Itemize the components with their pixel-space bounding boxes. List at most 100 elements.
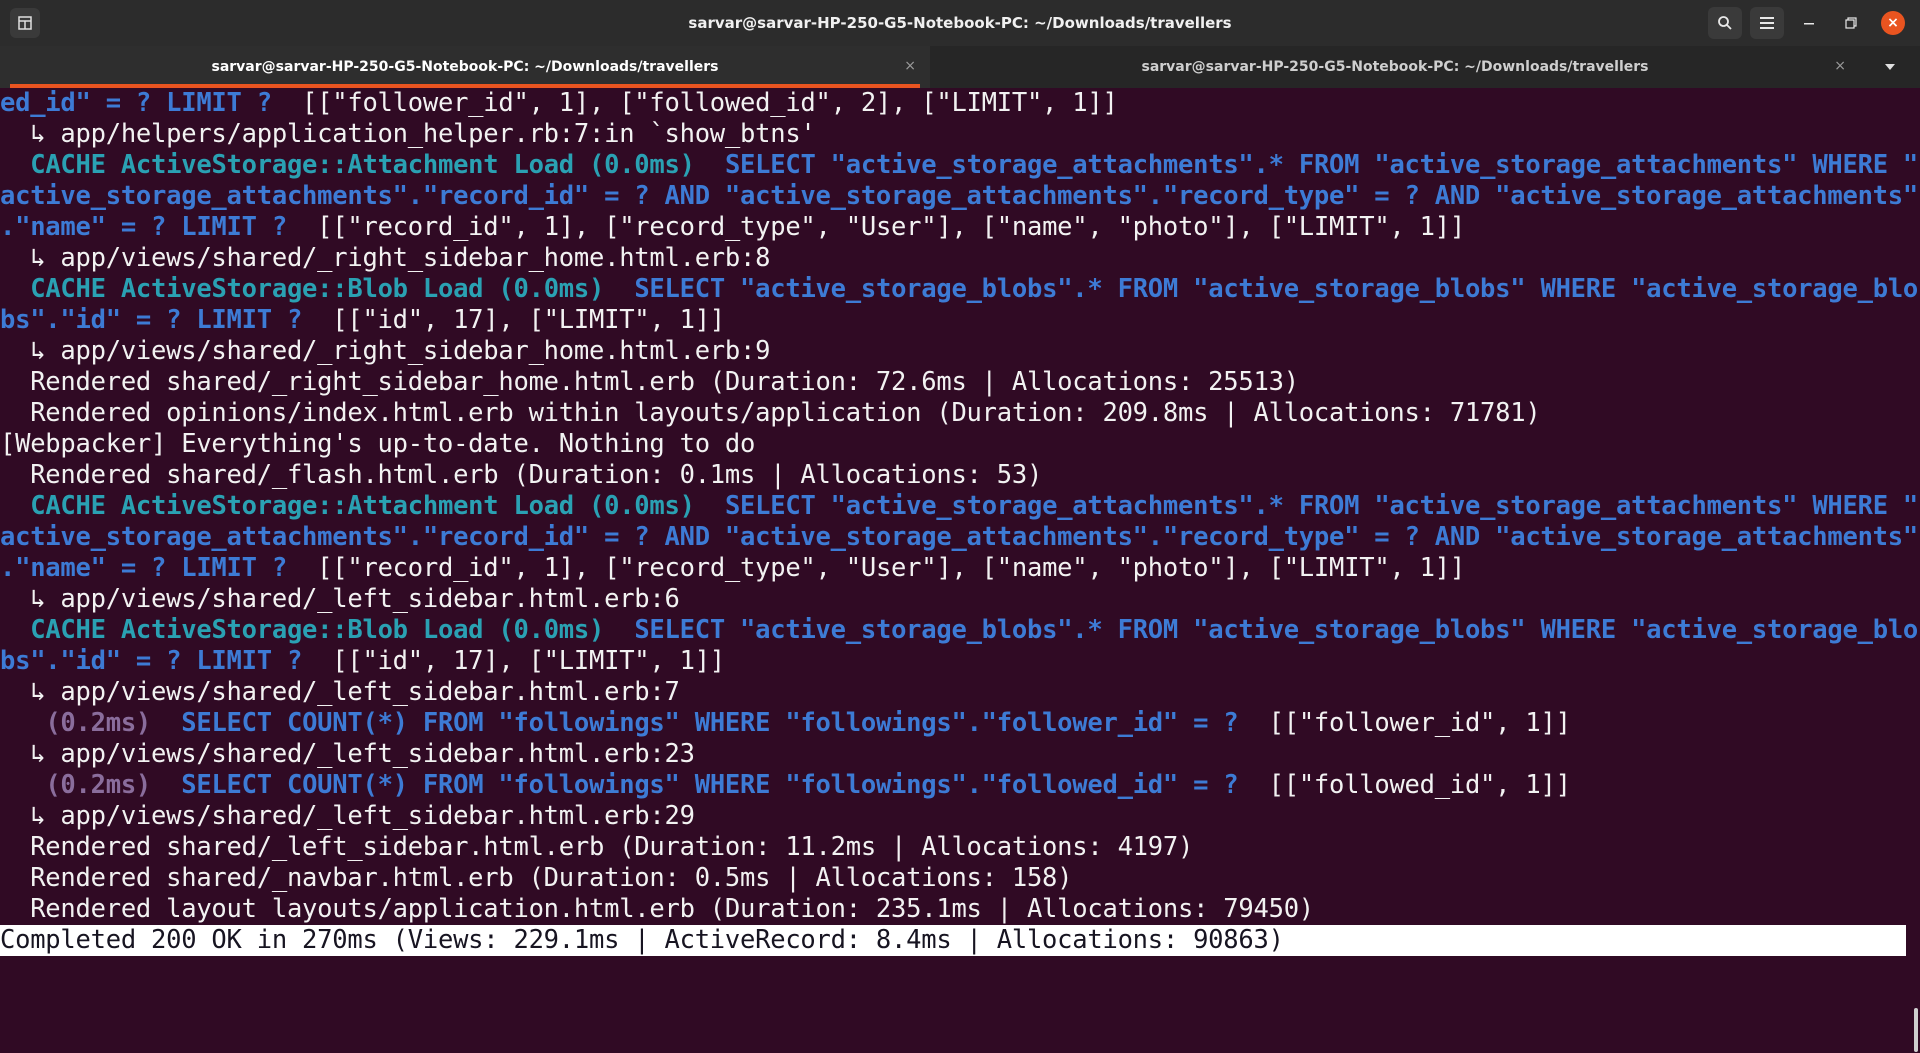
tab-list-dropdown[interactable] (1860, 46, 1920, 88)
terminal-segment: ↳ app/views/shared/_left_sidebar.html.er… (0, 801, 695, 831)
terminal-line: Rendered shared/_flash.html.erb (Duratio… (0, 460, 1910, 491)
terminal-line: [Webpacker] Everything's up-to-date. Not… (0, 429, 1910, 460)
terminal-segment (0, 150, 30, 180)
terminal-segment (604, 274, 634, 304)
terminal-segment: Rendered shared/_navbar.html.erb (Durati… (0, 863, 1073, 893)
terminal-line: ."name" = ? LIMIT ? [["record_id", 1], [… (0, 553, 1910, 584)
terminal-segment (0, 615, 30, 645)
close-button[interactable]: × (1876, 7, 1910, 39)
terminal-line: (0.2ms) SELECT COUNT(*) FROM "followings… (0, 770, 1910, 801)
search-button[interactable] (1708, 7, 1742, 39)
terminal-segment: CACHE ActiveStorage::Attachment Load (0.… (30, 491, 695, 521)
terminal-segment: bs"."id" = ? LIMIT ? (0, 646, 303, 676)
terminal-segment: active_storage_attachments"."record_id" … (0, 522, 1918, 552)
scrollbar[interactable] (1914, 1008, 1918, 1052)
terminal-segment: [["id", 17], ["LIMIT", 1]] (302, 646, 725, 676)
terminal-segment: SELECT COUNT(*) FROM "followings" WHERE … (181, 708, 1239, 738)
tab-terminal-2[interactable]: sarvar@sarvar-HP-250-G5-Notebook-PC: ~/D… (930, 46, 1860, 88)
terminal-line: CACHE ActiveStorage::Blob Load (0.0ms) S… (0, 615, 1918, 646)
terminal-line: bs"."id" = ? LIMIT ? [["id", 17], ["LIMI… (0, 305, 1910, 336)
terminal-segment: CACHE ActiveStorage::Blob Load (0.0ms) (30, 615, 605, 645)
terminal-segment: ed_id" = ? LIMIT ? (0, 88, 272, 118)
terminal-segment: CACHE ActiveStorage::Attachment Load (0.… (30, 150, 695, 180)
terminal-segment: [Webpacker] Everything's up-to-date. Not… (0, 429, 756, 459)
terminal-segment: (0.2ms) (45, 770, 152, 800)
terminal-lines: ed_id" = ? LIMIT ? [["follower_id", 1], … (0, 88, 1918, 956)
terminal-segment: Rendered shared/_right_sidebar_home.html… (0, 367, 1299, 397)
terminal-line: active_storage_attachments"."record_id" … (0, 522, 1918, 553)
window-titlebar: sarvar@sarvar-HP-250-G5-Notebook-PC: ~/D… (0, 0, 1920, 47)
tab-label: sarvar@sarvar-HP-250-G5-Notebook-PC: ~/D… (211, 59, 719, 75)
terminal-line: ↳ app/views/shared/_left_sidebar.html.er… (0, 584, 1910, 615)
terminal-segment: Rendered shared/_left_sidebar.html.erb (… (0, 832, 1194, 862)
terminal-line: Rendered shared/_left_sidebar.html.erb (… (0, 832, 1910, 863)
terminal-segment: Completed 200 OK in 270ms (Views: 229.1m… (0, 925, 1284, 955)
terminal-segment: [["id", 17], ["LIMIT", 1]] (302, 305, 725, 335)
maximize-icon (1845, 17, 1857, 29)
terminal-line: Rendered shared/_navbar.html.erb (Durati… (0, 863, 1910, 894)
terminal-segment: Rendered shared/_flash.html.erb (Duratio… (0, 460, 1043, 490)
terminal-segment (695, 491, 725, 521)
terminal-segment: SELECT "active_storage_blobs".* FROM "ac… (634, 274, 1919, 304)
maximize-button[interactable] (1834, 7, 1868, 39)
terminal-segment: (0.2ms) (45, 708, 152, 738)
terminal-segment (0, 708, 45, 738)
terminal-line: ↳ app/helpers/application_helper.rb:7:in… (0, 119, 1910, 150)
terminal-line: CACHE ActiveStorage::Blob Load (0.0ms) S… (0, 274, 1918, 305)
terminal-line: ↳ app/views/shared/_left_sidebar.html.er… (0, 801, 1910, 832)
terminal-segment (0, 770, 45, 800)
terminal-segment: ↳ app/views/shared/_left_sidebar.html.er… (0, 584, 680, 614)
terminal-line: CACHE ActiveStorage::Attachment Load (0.… (0, 491, 1918, 522)
terminal-segment: SELECT "active_storage_attachments".* FR… (724, 150, 1919, 180)
terminal-segment: [["record_id", 1], ["record_type", "User… (286, 212, 1465, 242)
terminal-segment: ."name" = ? LIMIT ? (0, 553, 287, 583)
terminal-segment (0, 274, 30, 304)
terminal-segment: bs"."id" = ? LIMIT ? (0, 305, 303, 335)
tab-close-icon[interactable]: × (904, 58, 916, 74)
terminal-segment: [["followed_id", 1]] (1238, 770, 1571, 800)
terminal-segment: [["follower_id", 1], ["followed_id", 2],… (271, 88, 1118, 118)
terminal-line: ."name" = ? LIMIT ? [["record_id", 1], [… (0, 212, 1910, 243)
terminal-line: active_storage_attachments"."record_id" … (0, 181, 1918, 212)
chevron-down-icon (1885, 64, 1895, 70)
search-icon (1718, 16, 1732, 30)
terminal-line: Rendered opinions/index.html.erb within … (0, 398, 1910, 429)
close-icon: × (1881, 11, 1905, 35)
tab-bar: sarvar@sarvar-HP-250-G5-Notebook-PC: ~/D… (0, 46, 1920, 88)
minimize-button[interactable] (1792, 7, 1826, 39)
window-title: sarvar@sarvar-HP-250-G5-Notebook-PC: ~/D… (688, 14, 1232, 32)
terminal-line: Rendered shared/_right_sidebar_home.html… (0, 367, 1910, 398)
terminal-segment: CACHE ActiveStorage::Blob Load (0.0ms) (30, 274, 605, 304)
tab-label: sarvar@sarvar-HP-250-G5-Notebook-PC: ~/D… (1141, 59, 1649, 75)
terminal-line: ↳ app/views/shared/_right_sidebar_home.h… (0, 336, 1910, 367)
terminal-segment: ↳ app/helpers/application_helper.rb:7:in… (0, 119, 816, 149)
tab-terminal-1[interactable]: sarvar@sarvar-HP-250-G5-Notebook-PC: ~/D… (0, 46, 930, 88)
tab-close-icon[interactable]: × (1834, 58, 1846, 74)
terminal-segment: SELECT "active_storage_blobs".* FROM "ac… (634, 615, 1919, 645)
terminal-segment: [["record_id", 1], ["record_type", "User… (286, 553, 1465, 583)
terminal-segment: ↳ app/views/shared/_left_sidebar.html.er… (0, 677, 680, 707)
terminal-segment: ↳ app/views/shared/_right_sidebar_home.h… (0, 336, 771, 366)
terminal-segment: active_storage_attachments"."record_id" … (0, 181, 1918, 211)
terminal-segment: Rendered layout layouts/application.html… (0, 894, 1314, 924)
terminal-line: ed_id" = ? LIMIT ? [["follower_id", 1], … (0, 88, 1910, 119)
terminal-line: bs"."id" = ? LIMIT ? [["id", 17], ["LIMI… (0, 646, 1910, 677)
terminal-line: ↳ app/views/shared/_left_sidebar.html.er… (0, 739, 1910, 770)
pin-button[interactable] (10, 8, 40, 38)
terminal-output[interactable]: ed_id" = ? LIMIT ? [["follower_id", 1], … (0, 88, 1920, 1053)
terminal-segment (151, 770, 181, 800)
terminal-line: CACHE ActiveStorage::Attachment Load (0.… (0, 150, 1918, 181)
minimize-icon (1804, 23, 1814, 25)
pin-icon (18, 16, 32, 30)
hamburger-menu-icon (1760, 17, 1774, 29)
terminal-line: Rendered layout layouts/application.html… (0, 894, 1910, 925)
terminal-segment: ."name" = ? LIMIT ? (0, 212, 287, 242)
terminal-line: ↳ app/views/shared/_left_sidebar.html.er… (0, 677, 1910, 708)
terminal-line: ↳ app/views/shared/_right_sidebar_home.h… (0, 243, 1910, 274)
terminal-segment (604, 615, 634, 645)
terminal-segment: SELECT COUNT(*) FROM "followings" WHERE … (181, 770, 1239, 800)
menu-button[interactable] (1750, 7, 1784, 39)
terminal-segment: ↳ app/views/shared/_right_sidebar_home.h… (0, 243, 771, 273)
terminal-line: (0.2ms) SELECT COUNT(*) FROM "followings… (0, 708, 1910, 739)
terminal-segment: SELECT "active_storage_attachments".* FR… (724, 491, 1919, 521)
